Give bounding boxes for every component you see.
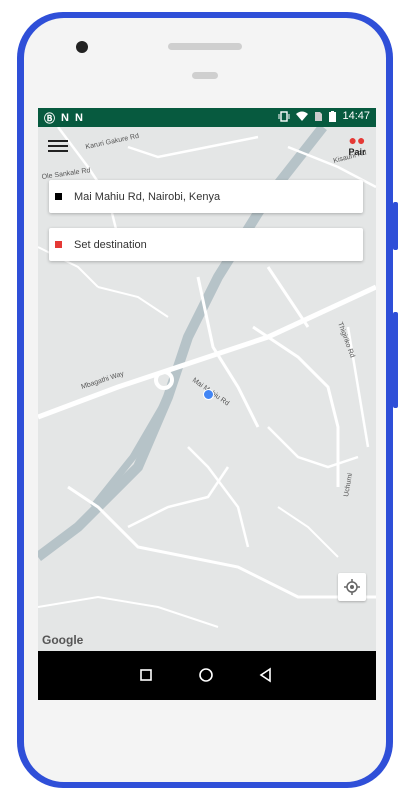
map-view[interactable]: Karuri Gakure Rd Kisauni Rd Ole Sankale …	[38, 127, 376, 651]
destination-marker-icon	[55, 241, 62, 248]
sim-card-icon	[315, 111, 323, 121]
pickup-marker-icon	[55, 193, 62, 200]
n-notification-icon: N	[74, 112, 83, 124]
n-notification-icon: N	[61, 112, 69, 124]
status-notifications: Ⓑ N N	[44, 110, 83, 126]
status-time: 14:47	[342, 110, 370, 122]
map-label: Uchumi	[343, 472, 354, 497]
vibrate-icon	[278, 110, 290, 122]
b-circle-icon: Ⓑ	[44, 113, 55, 125]
pickup-field[interactable]: Mai Mahiu Rd, Nairobi, Kenya	[49, 180, 363, 213]
my-location-button[interactable]	[338, 573, 366, 601]
volume-button	[393, 202, 398, 250]
power-button	[393, 312, 398, 408]
crosshair-icon	[344, 579, 360, 595]
proximity-sensor	[192, 72, 218, 79]
pickup-address: Mai Mahiu Rd, Nairobi, Kenya	[74, 190, 221, 203]
map-label: Karuri Gakure Rd	[85, 133, 140, 151]
triangle-back-icon	[259, 667, 271, 683]
circle-icon	[199, 668, 213, 682]
pair-button[interactable]: ●● Pair	[344, 133, 370, 157]
wifi-icon	[296, 111, 309, 121]
android-nav-bar	[38, 651, 376, 700]
recents-button[interactable]	[136, 665, 156, 685]
front-camera	[76, 41, 88, 53]
map-label: Ole Sankale Rd	[41, 167, 91, 181]
status-bar: Ⓑ N N 14:47	[38, 108, 376, 127]
status-indicators: 14:47	[278, 110, 370, 122]
battery-icon	[329, 110, 337, 122]
destination-placeholder: Set destination	[74, 238, 147, 251]
google-logo: Google	[42, 633, 84, 647]
screen: Ⓑ N N 14:47 Karuri Gakure Rd Kisauni Rd …	[38, 108, 376, 700]
map-label: Mbagathi Way	[80, 370, 125, 391]
square-icon	[140, 669, 152, 681]
people-icon: ●●	[348, 132, 366, 148]
menu-button[interactable]	[48, 137, 68, 155]
map-label: Thigiriko Rd	[336, 321, 355, 359]
destination-field[interactable]: Set destination	[49, 228, 363, 261]
back-button[interactable]	[256, 665, 276, 685]
hamburger-icon	[48, 140, 68, 142]
earpiece-speaker	[168, 43, 242, 50]
home-button[interactable]	[196, 665, 216, 685]
pair-label: Pair	[348, 147, 366, 157]
current-location-dot	[203, 389, 214, 400]
